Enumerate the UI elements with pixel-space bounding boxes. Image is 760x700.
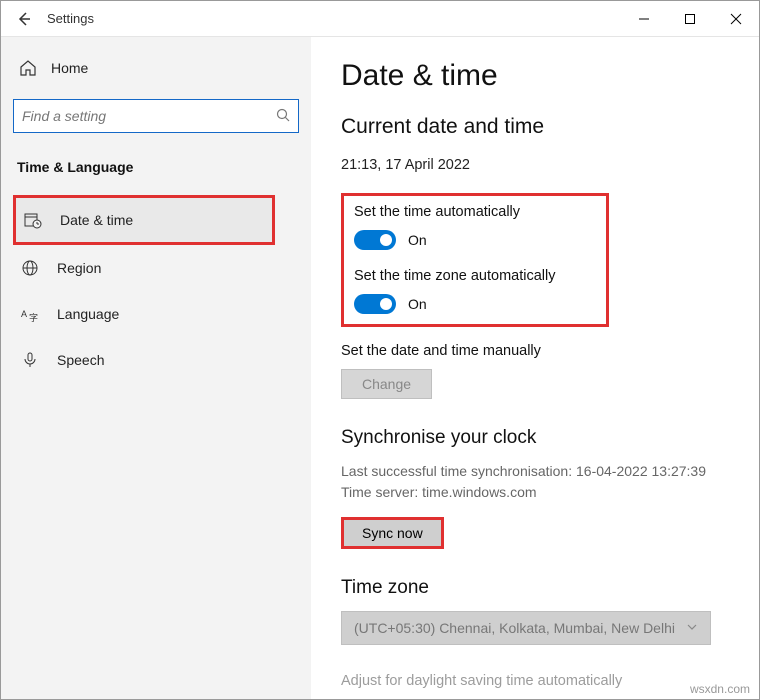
change-button: Change xyxy=(341,369,432,399)
sidebar-item-label: Language xyxy=(57,306,119,322)
clock-calendar-icon xyxy=(24,211,42,229)
svg-text:字: 字 xyxy=(29,312,38,323)
sidebar: Home Time & Language Date & time xyxy=(1,37,311,699)
sidebar-item-language[interactable]: A字 Language xyxy=(13,291,299,337)
timezone-heading: Time zone xyxy=(341,577,729,599)
close-button[interactable] xyxy=(713,1,759,36)
close-icon xyxy=(730,13,742,25)
manual-set-label: Set the date and time manually xyxy=(341,343,729,359)
titlebar: Settings xyxy=(1,1,759,37)
auto-settings-group: Set the time automatically On Set the ti… xyxy=(341,193,609,327)
microphone-icon xyxy=(21,351,39,369)
minimize-button[interactable] xyxy=(621,1,667,36)
watermark: wsxdn.com xyxy=(690,682,750,696)
sync-now-button[interactable]: Sync now xyxy=(341,517,444,549)
sidebar-nav: Date & time Region A字 Language xyxy=(13,195,299,383)
search-icon xyxy=(276,108,290,125)
home-link[interactable]: Home xyxy=(13,55,299,81)
sync-server-text: Time server: time.windows.com xyxy=(341,482,729,503)
dst-label: Adjust for daylight saving time automati… xyxy=(341,673,729,689)
sidebar-item-region[interactable]: Region xyxy=(13,245,299,291)
language-icon: A字 xyxy=(21,305,39,323)
maximize-button[interactable] xyxy=(667,1,713,36)
home-icon xyxy=(19,59,37,77)
minimize-icon xyxy=(638,13,650,25)
sync-heading: Synchronise your clock xyxy=(341,427,729,449)
set-time-auto-state: On xyxy=(408,232,427,248)
current-datetime: 21:13, 17 April 2022 xyxy=(341,157,729,173)
page-title: Date & time xyxy=(341,59,729,93)
svg-text:A: A xyxy=(21,309,27,319)
sidebar-item-speech[interactable]: Speech xyxy=(13,337,299,383)
section-current-heading: Current date and time xyxy=(341,115,729,139)
chevron-down-icon xyxy=(686,620,698,636)
sync-last-text: Last successful time synchronisation: 16… xyxy=(341,461,729,482)
timezone-dropdown: (UTC+05:30) Chennai, Kolkata, Mumbai, Ne… xyxy=(341,611,711,645)
set-zone-auto-toggle[interactable] xyxy=(354,294,396,314)
sidebar-item-label: Region xyxy=(57,260,101,276)
set-zone-auto-label: Set the time zone automatically xyxy=(354,268,596,284)
sync-info: Last successful time synchronisation: 16… xyxy=(341,461,729,503)
sidebar-item-label: Date & time xyxy=(60,212,133,228)
maximize-icon xyxy=(684,13,696,25)
back-button[interactable] xyxy=(1,1,47,36)
set-zone-auto-state: On xyxy=(408,296,427,312)
back-arrow-icon xyxy=(16,11,32,27)
main-panel: Date & time Current date and time 21:13,… xyxy=(311,37,759,699)
category-heading: Time & Language xyxy=(13,159,299,175)
sidebar-item-label: Speech xyxy=(57,352,104,368)
sidebar-item-date-time[interactable]: Date & time xyxy=(13,195,275,245)
set-time-auto-label: Set the time automatically xyxy=(354,204,596,220)
home-label: Home xyxy=(51,60,88,76)
globe-icon xyxy=(21,259,39,277)
timezone-value: (UTC+05:30) Chennai, Kolkata, Mumbai, Ne… xyxy=(354,620,675,636)
window-title: Settings xyxy=(47,11,621,26)
search-box[interactable] xyxy=(13,99,299,133)
search-input[interactable] xyxy=(22,108,276,124)
set-time-auto-toggle[interactable] xyxy=(354,230,396,250)
